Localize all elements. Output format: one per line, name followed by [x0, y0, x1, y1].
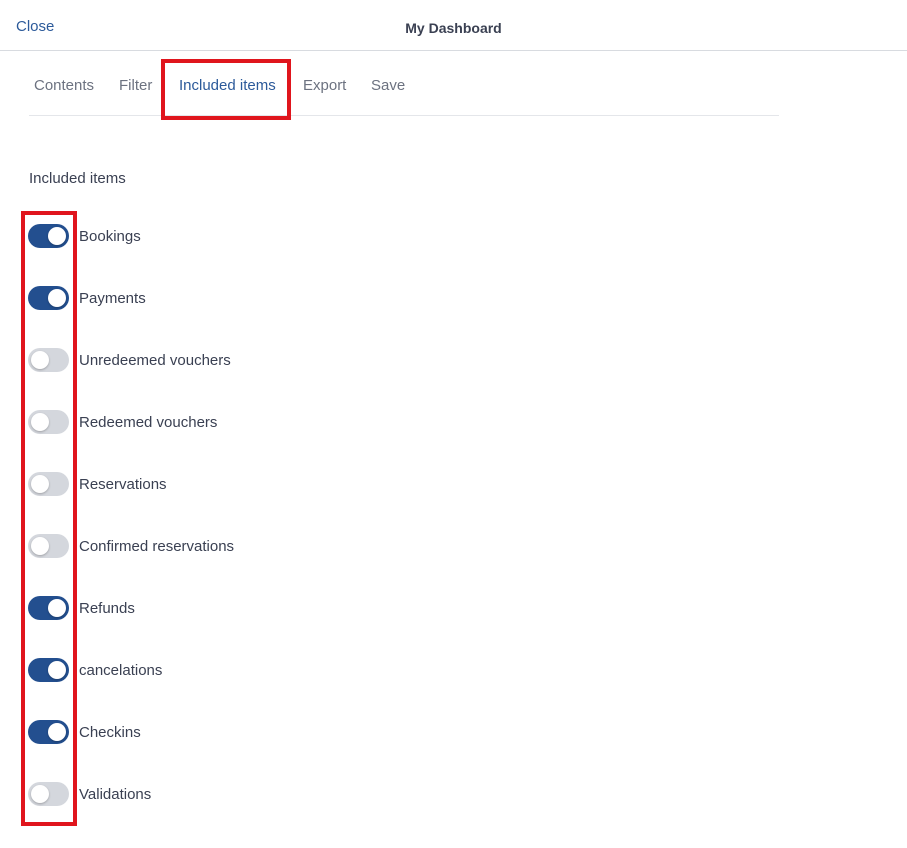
toggle-refunds[interactable] [28, 596, 69, 620]
item-label: Reservations [79, 475, 167, 493]
list-item: Payments [28, 285, 146, 311]
tab-included-items[interactable]: Included items [179, 77, 276, 94]
dashboard-settings-page: Close My Dashboard Contents Filter Inclu… [0, 0, 907, 848]
item-label: Refunds [79, 599, 135, 617]
list-item: Unredeemed vouchers [28, 347, 231, 373]
toggle-knob [48, 227, 66, 245]
toggle-knob [31, 475, 49, 493]
tab-filter[interactable]: Filter [119, 77, 152, 94]
item-label: Bookings [79, 227, 141, 245]
toggle-reservations[interactable] [28, 472, 69, 496]
item-label: Checkins [79, 723, 141, 741]
list-item: Bookings [28, 223, 141, 249]
list-item: Refunds [28, 595, 135, 621]
toggle-knob [48, 599, 66, 617]
item-label: Redeemed vouchers [79, 413, 218, 431]
list-item: Checkins [28, 719, 141, 745]
toggle-knob [31, 537, 49, 555]
item-label: Payments [79, 289, 146, 307]
tab-export[interactable]: Export [303, 77, 346, 94]
list-item: Validations [28, 781, 151, 807]
item-label: Confirmed reservations [79, 537, 235, 555]
toggle-knob [31, 785, 49, 803]
tab-bar: Contents Filter Included items Export Sa… [29, 60, 779, 116]
toggle-unredeemed-vouchers[interactable] [28, 348, 69, 372]
page-title: My Dashboard [405, 20, 502, 36]
toggle-validations[interactable] [28, 782, 69, 806]
toggle-knob [31, 413, 49, 431]
toggle-confirmed-reservations[interactable] [28, 534, 69, 558]
tab-save[interactable]: Save [371, 77, 405, 94]
toggle-checkins[interactable] [28, 720, 69, 744]
top-bar: Close My Dashboard [0, 0, 907, 51]
list-item: Redeemed vouchers [28, 409, 217, 435]
toggle-knob [48, 723, 66, 741]
item-label: cancelations [79, 661, 163, 679]
tab-contents[interactable]: Contents [34, 77, 94, 94]
toggle-knob [48, 661, 66, 679]
toggle-cancelations[interactable] [28, 658, 69, 682]
toggle-payments[interactable] [28, 286, 69, 310]
list-item: Reservations [28, 471, 167, 497]
toggle-redeemed-vouchers[interactable] [28, 410, 69, 434]
toggle-knob [31, 351, 49, 369]
toggle-bookings[interactable] [28, 224, 69, 248]
list-item: cancelations [28, 657, 162, 683]
section-title: Included items [29, 170, 126, 187]
item-label: Validations [79, 785, 152, 803]
list-item: Confirmed reservations [28, 533, 234, 559]
toggle-knob [48, 289, 66, 307]
item-label: Unredeemed vouchers [79, 351, 231, 369]
